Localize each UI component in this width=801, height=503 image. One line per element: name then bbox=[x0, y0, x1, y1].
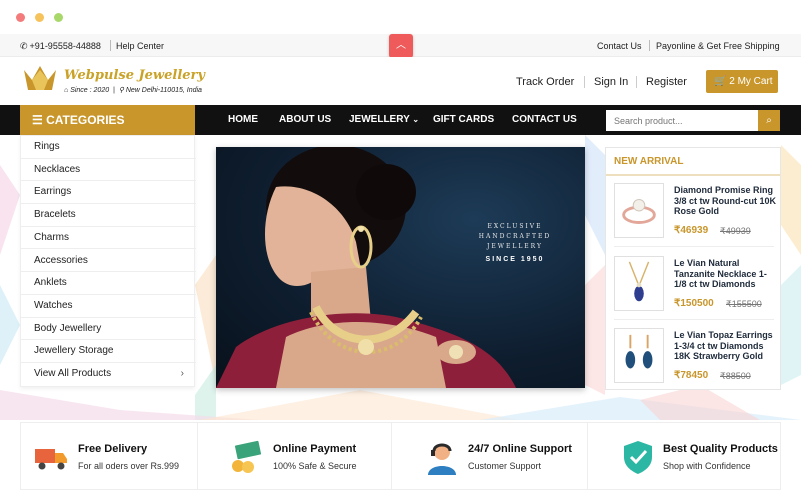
product-card[interactable]: Diamond Promise Ring 3/8 ct tw Round-cut… bbox=[614, 183, 776, 249]
search-button[interactable]: ⌕ bbox=[758, 110, 780, 131]
chevron-right-icon: › bbox=[180, 368, 184, 379]
category-item-jewellery-storage[interactable]: Jewellery Storage bbox=[21, 340, 196, 363]
product-divider bbox=[614, 319, 774, 320]
browser-window-bar bbox=[0, 0, 801, 34]
search-icon: ⌕ bbox=[766, 115, 772, 126]
hero-banner[interactable] bbox=[216, 147, 585, 388]
banner-caption: EXCLUSIVE HANDCRAFTED JEWELLERY bbox=[478, 223, 552, 250]
category-item-charms[interactable]: Charms bbox=[21, 227, 196, 250]
product-divider bbox=[614, 246, 774, 247]
product-old-price: ₹49939 bbox=[720, 226, 751, 236]
product-name[interactable]: Diamond Promise Ring 3/8 ct tw Round-cut… bbox=[674, 185, 778, 217]
topbar-divider bbox=[649, 40, 650, 51]
category-item-necklaces[interactable]: Necklaces bbox=[21, 159, 196, 182]
brand-name[interactable]: Webpulse Jewellery bbox=[64, 68, 205, 83]
sign-in-link[interactable]: Sign In bbox=[594, 76, 628, 88]
title-underline bbox=[606, 174, 780, 176]
contact-us-link[interactable]: Contact Us bbox=[597, 41, 642, 51]
nav-gift-cards[interactable]: GIFT CARDS bbox=[433, 114, 494, 125]
nav-contact-us[interactable]: CONTACT US bbox=[512, 114, 577, 125]
product-price: ₹150500 bbox=[674, 298, 714, 309]
register-link[interactable]: Register bbox=[646, 76, 687, 88]
home-icon: ⌂ bbox=[64, 87, 69, 94]
feature-online-payment: Online Payment 100% Safe & Secure bbox=[198, 423, 391, 489]
category-item-anklets[interactable]: Anklets bbox=[21, 272, 196, 295]
phone-icon: ✆ bbox=[20, 41, 28, 51]
features-strip: Free Delivery For all oders over Rs.999 … bbox=[20, 422, 781, 490]
payonline-link[interactable]: Payonline & Get Free Shipping bbox=[656, 41, 780, 51]
nav-about-us[interactable]: ABOUT US bbox=[279, 114, 331, 125]
earrings-icon bbox=[625, 334, 653, 369]
category-item-rings[interactable]: Rings bbox=[21, 136, 196, 159]
product-price: ₹78450 bbox=[674, 370, 709, 381]
ring-icon bbox=[622, 198, 656, 224]
feature-online-support: 24/7 Online Support Customer Support bbox=[392, 423, 587, 489]
topbar-divider bbox=[110, 40, 111, 51]
support-agent-icon bbox=[428, 443, 456, 475]
truck-icon bbox=[35, 449, 67, 470]
product-image[interactable] bbox=[614, 256, 664, 311]
product-image[interactable] bbox=[614, 328, 664, 383]
nav-jewellery[interactable]: JEWELLERY ⌄ bbox=[349, 114, 419, 125]
chevron-up-icon: ︿ bbox=[396, 40, 406, 51]
new-arrival-title: NEW ARRIVAL bbox=[614, 156, 684, 167]
nav-home[interactable]: HOME bbox=[228, 114, 258, 125]
category-item-body-jewellery[interactable]: Body Jewellery bbox=[21, 318, 196, 341]
header-divider bbox=[636, 76, 637, 88]
feature-free-delivery: Free Delivery For all oders over Rs.999 bbox=[21, 423, 197, 489]
categories-list: Rings Necklaces Earrings Bracelets Charm… bbox=[20, 135, 196, 387]
new-arrival-panel: NEW ARRIVAL Diamond Promise Ring 3/8 ct … bbox=[605, 147, 781, 390]
categories-toggle[interactable]: ☰ CATEGORIES bbox=[20, 105, 195, 135]
product-card[interactable]: Le Vian Natural Tanzanite Necklace 1-1/8… bbox=[614, 256, 774, 322]
phone-number[interactable]: ✆ +91-95558-44888 bbox=[20, 41, 101, 52]
search-input[interactable] bbox=[606, 110, 758, 131]
location-pin-icon: ⚲ bbox=[118, 87, 124, 94]
necklace-icon bbox=[628, 261, 650, 302]
shield-check-icon bbox=[624, 441, 652, 474]
menu-icon: ☰ bbox=[32, 113, 43, 127]
crown-logo-icon[interactable] bbox=[22, 66, 58, 94]
category-item-watches[interactable]: Watches bbox=[21, 295, 196, 318]
close-window-dot[interactable] bbox=[16, 13, 25, 22]
category-item-bracelets[interactable]: Bracelets bbox=[21, 204, 196, 227]
product-image[interactable] bbox=[614, 183, 664, 238]
cart-icon: 🛒 bbox=[714, 76, 727, 87]
product-card[interactable]: Le Vian Topaz Earrings 1-3/4 ct tw Diamo… bbox=[614, 328, 774, 394]
product-old-price: ₹88500 bbox=[720, 371, 751, 381]
banner-since: SINCE 1950 bbox=[485, 256, 545, 263]
cart-button[interactable]: 🛒 2 My Cart bbox=[706, 70, 778, 93]
help-center-link[interactable]: Help Center bbox=[116, 41, 164, 51]
product-name[interactable]: Le Vian Natural Tanzanite Necklace 1-1/8… bbox=[674, 258, 778, 290]
model-with-jewellery-image bbox=[216, 147, 516, 388]
chevron-down-icon: ⌄ bbox=[412, 115, 420, 124]
product-name[interactable]: Le Vian Topaz Earrings 1-3/4 ct tw Diamo… bbox=[674, 330, 778, 362]
minimize-window-dot[interactable] bbox=[35, 13, 44, 22]
money-icon bbox=[232, 440, 262, 473]
category-item-accessories[interactable]: Accessories bbox=[21, 250, 196, 273]
feature-best-quality: Best Quality Products Shop with Confiden… bbox=[588, 423, 781, 489]
product-old-price: ₹155500 bbox=[726, 299, 762, 309]
brand-tagline: ⌂ Since : 2020 | ⚲ New Delhi-110015, Ind… bbox=[64, 87, 202, 94]
scroll-to-top-button[interactable]: ︿ bbox=[389, 34, 413, 58]
track-order-link[interactable]: Track Order bbox=[516, 76, 574, 88]
category-item-earrings[interactable]: Earrings bbox=[21, 181, 196, 205]
category-item-view-all[interactable]: View All Products › bbox=[21, 363, 196, 386]
header-divider bbox=[584, 76, 585, 88]
maximize-window-dot[interactable] bbox=[54, 13, 63, 22]
product-price: ₹46939 bbox=[674, 225, 709, 236]
site-header: Webpulse Jewellery ⌂ Since : 2020 | ⚲ Ne… bbox=[0, 57, 801, 105]
